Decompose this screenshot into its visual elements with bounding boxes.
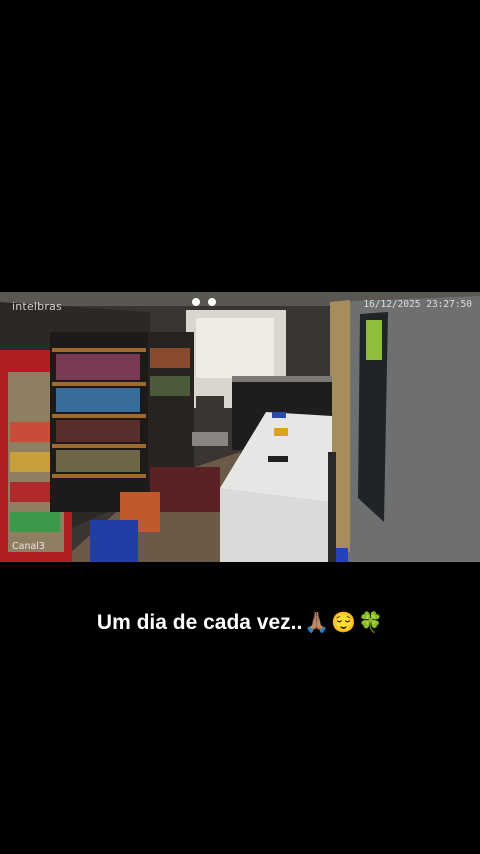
cctv-video-frame: intelbras 16/12/2025 23:27:50 Canal3 (0, 292, 480, 562)
relieved-face-emoji: 😌 (331, 612, 357, 634)
video-caption: Um dia de cada vez.. 🙏🏽 😌 🍀 (0, 610, 480, 635)
camera-timestamp: 16/12/2025 23:27:50 (363, 299, 472, 310)
caption-text: Um dia de cada vez.. (96, 610, 303, 634)
store-scene (0, 292, 480, 562)
camera-channel-label: Canal3 (12, 541, 45, 552)
camera-brand-watermark: intelbras (12, 300, 62, 313)
praying-hands-emoji: 🙏🏽 (304, 612, 330, 634)
four-leaf-clover-emoji: 🍀 (358, 612, 384, 634)
